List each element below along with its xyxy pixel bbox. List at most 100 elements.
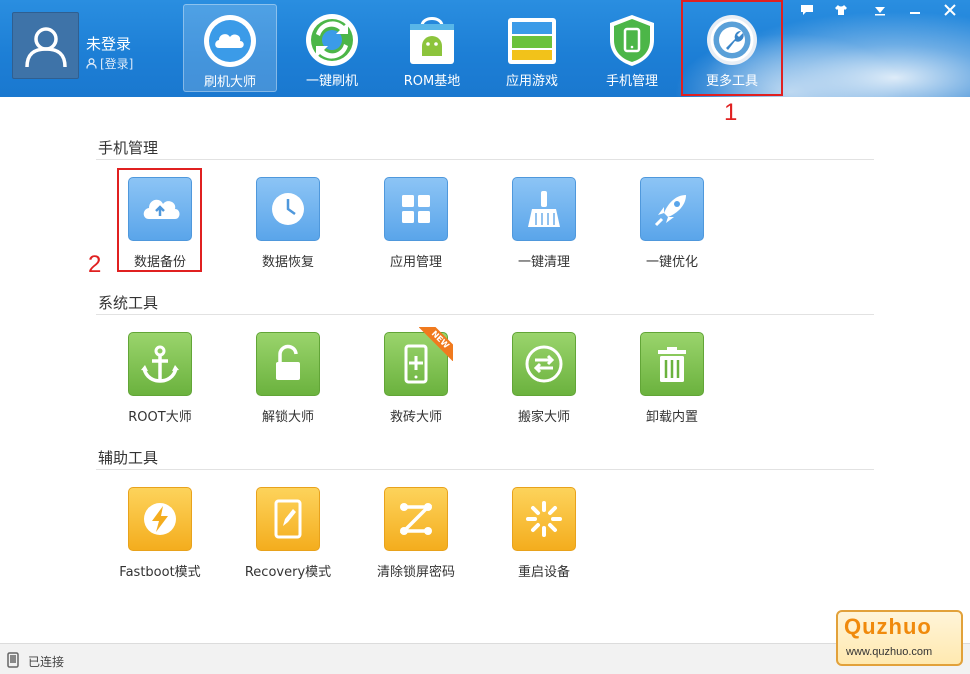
section-title-system-tools: 系统工具	[98, 294, 159, 312]
anchor-icon	[141, 345, 179, 383]
tool-label: 重启设备	[517, 565, 570, 580]
tab-label: ROM基地	[403, 74, 461, 89]
tile	[256, 177, 320, 241]
tool-label: ROOT大师	[128, 410, 192, 425]
tool-reboot-device[interactable]: 重启设备	[489, 487, 599, 580]
tool-label: 应用管理	[389, 255, 442, 270]
new-badge: NEW	[419, 327, 453, 361]
watermark-logo: Quzhuo www.quzhuo.com	[836, 610, 963, 666]
login-link[interactable]: [登录]	[86, 55, 133, 72]
section-divider	[96, 469, 874, 470]
tile	[640, 332, 704, 396]
phone-shield-icon	[610, 15, 654, 66]
tool-uninstall-builtin[interactable]: 卸载内置	[617, 332, 727, 425]
tile	[384, 177, 448, 241]
loading-spinner-icon	[526, 501, 562, 537]
tool-unbrick-master[interactable]: NEW 救砖大师	[361, 327, 471, 425]
tool-label: 卸载内置	[645, 410, 698, 425]
refresh-cycle-icon	[306, 14, 358, 66]
chat-icon[interactable]	[797, 4, 817, 22]
tool-label: Recovery模式	[244, 565, 332, 580]
status-bar: 已连接	[0, 643, 970, 674]
tool-label: 清除锁屏密码	[376, 565, 455, 580]
tile: NEW	[384, 327, 453, 396]
login-label: [登录]	[100, 57, 134, 71]
tool-app-manage[interactable]: 应用管理	[361, 177, 471, 270]
rocket-icon	[654, 195, 686, 227]
watermark-url: www.quzhuo.com	[846, 646, 933, 658]
menu-down-icon[interactable]	[870, 4, 890, 22]
annotation-number-1: 1	[724, 99, 738, 126]
user-name: 未登录	[86, 35, 132, 53]
tool-one-click-optimize[interactable]: 一键优化	[617, 177, 727, 270]
close-icon[interactable]	[940, 4, 960, 22]
tool-data-restore[interactable]: 数据恢复	[233, 177, 343, 270]
tile	[512, 332, 576, 396]
trash-icon	[658, 347, 686, 382]
tile	[128, 332, 192, 396]
tool-label: Fastboot模式	[119, 565, 201, 580]
tile	[128, 177, 192, 241]
broom-icon	[528, 191, 560, 227]
clock-icon	[272, 193, 304, 225]
annotation-number-2: 2	[88, 251, 102, 278]
unlock-icon	[276, 344, 300, 380]
tool-one-click-clean[interactable]: 一键清理	[489, 177, 599, 270]
tool-label: 数据备份	[133, 255, 186, 270]
lightning-icon	[144, 503, 176, 535]
watermark-brand: Quzhuo	[844, 614, 932, 639]
tile	[512, 177, 576, 241]
tile	[256, 332, 320, 396]
tool-label: 救砖大师	[389, 410, 442, 425]
tool-label: 解锁大师	[261, 410, 314, 425]
tile	[640, 177, 704, 241]
header-bar: 未登录 [登录] 刷机大师 一键刷机 ROM基地 应用游戏 手机管理 更多工具	[0, 0, 970, 97]
person-icon	[86, 58, 97, 69]
section-title-auxiliary-tools: 辅助工具	[98, 449, 159, 467]
tab-flash-master[interactable]: 刷机大师	[183, 4, 277, 92]
tile	[384, 487, 448, 551]
tab-rom-base[interactable]: ROM基地	[385, 4, 479, 92]
tool-fastboot-mode[interactable]: Fastboot模式	[105, 487, 215, 580]
tool-move-master[interactable]: 搬家大师	[489, 332, 599, 425]
tab-label: 应用游戏	[505, 74, 558, 89]
shirt-icon[interactable]	[831, 4, 851, 22]
transfer-icon	[525, 345, 563, 383]
tab-phone-manage[interactable]: 手机管理	[585, 4, 679, 92]
tablet-edit-icon	[274, 499, 302, 539]
phone-status-icon	[7, 652, 19, 668]
app-grid-icon	[402, 195, 430, 223]
user-avatar-icon	[24, 26, 67, 67]
tab-more-tools[interactable]: 更多工具	[681, 0, 783, 96]
tool-label: 一键清理	[517, 255, 570, 270]
tool-recovery-mode[interactable]: Recovery模式	[233, 487, 343, 580]
new-badge-label: NEW	[419, 327, 453, 361]
section-divider	[96, 159, 874, 160]
tool-clear-lock-password[interactable]: 清除锁屏密码	[361, 487, 471, 580]
section-title-phone-manage: 手机管理	[98, 139, 159, 157]
wrench-gear-icon	[707, 15, 757, 65]
tool-unlock-master[interactable]: 解锁大师	[233, 332, 343, 425]
tile	[256, 487, 320, 551]
tab-label: 刷机大师	[203, 75, 256, 90]
stacked-layers-icon	[508, 18, 556, 64]
tile	[128, 487, 192, 551]
tab-label: 一键刷机	[305, 74, 358, 89]
tool-label: 数据恢复	[261, 255, 314, 270]
tab-label: 更多工具	[705, 74, 758, 89]
tool-data-backup[interactable]: 数据备份	[105, 177, 215, 270]
avatar[interactable]	[12, 12, 79, 79]
tab-apps-games[interactable]: 应用游戏	[485, 4, 579, 92]
pattern-lock-icon	[399, 503, 433, 535]
android-bag-icon	[410, 17, 454, 64]
cloud-icon	[204, 15, 256, 67]
section-divider	[96, 314, 874, 315]
tool-label: 搬家大师	[517, 410, 570, 425]
cloud-upload-icon	[143, 199, 180, 219]
tool-root-master[interactable]: ROOT大师	[105, 332, 215, 425]
tab-one-click-flash[interactable]: 一键刷机	[285, 4, 379, 92]
minimize-icon[interactable]	[905, 4, 925, 22]
tool-label: 一键优化	[645, 255, 698, 270]
tab-label: 手机管理	[605, 74, 658, 89]
tile	[512, 487, 576, 551]
